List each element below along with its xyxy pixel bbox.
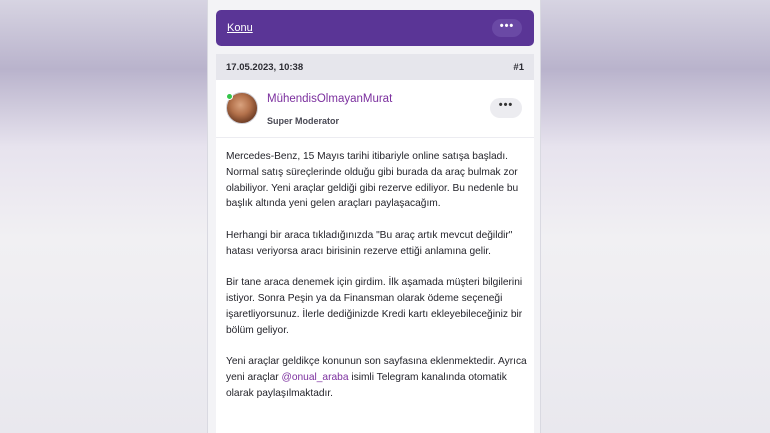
post-paragraph: Bir tane araca denemek için girdim. İlk …	[226, 277, 523, 336]
telegram-mention-link[interactable]: @onual_araba	[282, 372, 349, 383]
forum-thread-card: Konu ••• 17.05.2023, 10:38 #1 MühendisOl…	[207, 0, 541, 433]
post-paragraph: Mercedes-Benz, 15 Mayıs tarihi itibariyl…	[226, 151, 519, 210]
author-role: Super Moderator	[267, 116, 340, 126]
topic-more-options-button[interactable]: •••	[492, 19, 522, 37]
post-content: Mercedes-Benz, 15 Mayıs tarihi itibariyl…	[226, 149, 528, 418]
online-status-icon	[226, 93, 233, 100]
post-number-link[interactable]: #1	[513, 62, 524, 73]
author-username[interactable]: MühendisOlmayanMurat	[267, 93, 392, 105]
post-more-options-button[interactable]: •••	[490, 98, 522, 118]
background-right	[538, 0, 770, 433]
topic-header-bar: Konu •••	[216, 10, 534, 46]
post-paragraph: Herhangi bir araca tıkladığınızda "Bu ar…	[226, 229, 513, 257]
background-left	[0, 0, 210, 433]
post-date: 17.05.2023, 10:38	[226, 61, 304, 73]
post-author: MühendisOlmayanMurat Super Moderator •••	[216, 80, 534, 138]
topic-link[interactable]: Konu	[227, 22, 253, 34]
post-meta-bar: 17.05.2023, 10:38 #1	[216, 54, 534, 80]
post: MühendisOlmayanMurat Super Moderator •••…	[216, 80, 534, 433]
post-paragraph-last: Yeni araçlar geldikçe konunun son sayfas…	[226, 354, 528, 401]
